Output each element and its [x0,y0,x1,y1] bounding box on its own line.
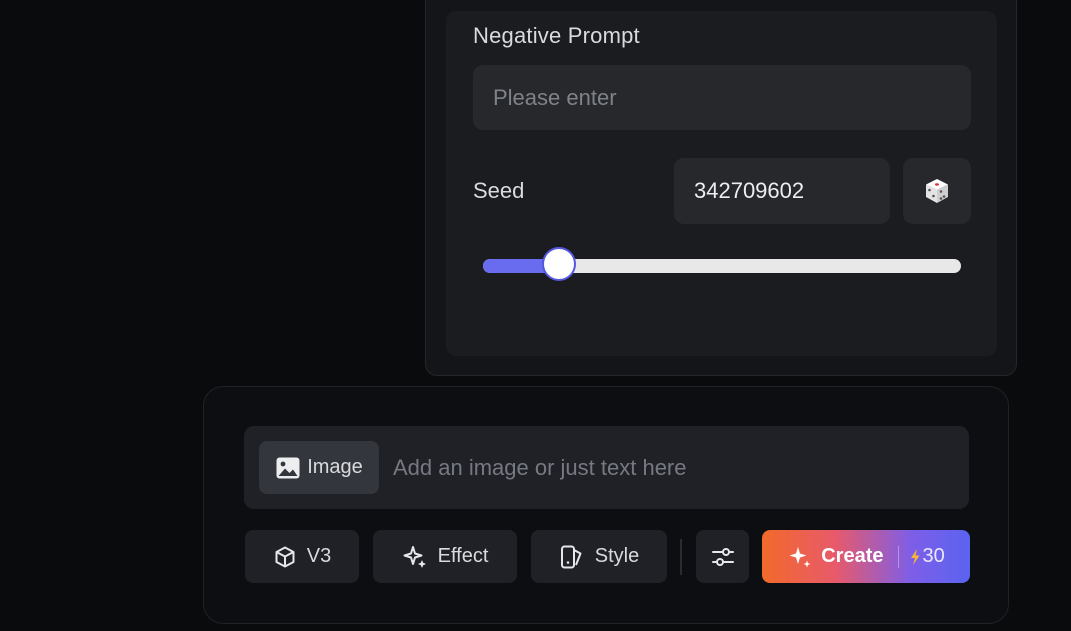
style-icon [559,544,585,570]
cube-icon [273,545,297,569]
negative-prompt-label: Negative Prompt [473,23,640,48]
seed-label: Seed [473,178,525,203]
style-button[interactable]: Style [531,530,667,583]
credit-cost-value: 30 [922,545,945,567]
add-image-button[interactable]: Image [259,441,379,494]
style-label: Style [594,545,640,567]
prompt-bar: Image [244,426,969,509]
create-label: Create [821,545,884,567]
effect-button[interactable]: Effect [373,530,517,583]
composer: Image V3 Effect [203,386,1009,624]
settings-card: Negative Prompt Seed 342709602 [446,11,997,356]
sliders-icon [710,544,736,570]
seed-value: 342709602 [694,178,805,203]
dice-icon [923,177,951,205]
advanced-settings-button[interactable] [696,530,749,583]
model-version-button[interactable]: V3 [245,530,359,583]
prompt-input[interactable] [379,441,949,494]
create-separator [897,545,899,568]
model-version-label: V3 [306,545,332,567]
toolbar-divider [680,539,682,575]
image-icon [275,455,301,481]
seed-slider[interactable] [483,247,961,281]
negative-prompt-input[interactable] [473,65,971,130]
app-root: Negative Prompt Seed 342709602 [0,0,1071,631]
add-image-label: Image [307,456,363,478]
create-button[interactable]: Create 30 [762,530,970,583]
effect-label: Effect [437,545,489,567]
seed-input[interactable]: 342709602 [674,158,890,224]
credit-cost: 30 [909,545,945,568]
lightning-icon [909,548,921,566]
slider-thumb[interactable] [542,247,576,281]
sparkle-icon [787,544,813,570]
sparkle-icon [402,544,428,570]
randomize-seed-button[interactable] [903,158,971,224]
advanced-settings-panel: Negative Prompt Seed 342709602 [425,0,1017,376]
